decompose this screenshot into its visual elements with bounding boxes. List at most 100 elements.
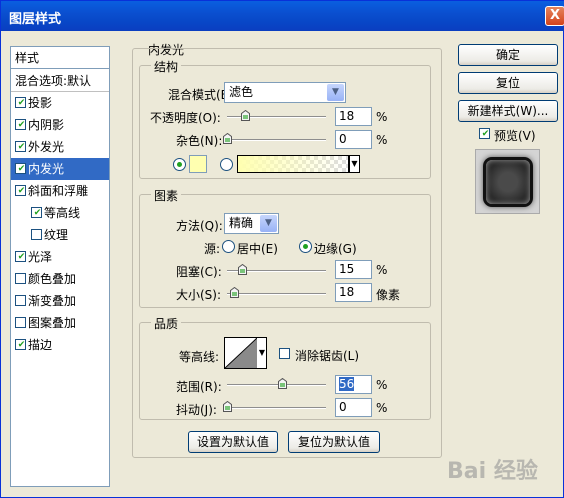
sidebar-item-checkbox[interactable] <box>15 119 27 130</box>
blend-options-item[interactable]: 混合选项:默认 <box>11 70 109 92</box>
sidebar-item[interactable]: 等高线 <box>11 202 109 224</box>
contour-label: 等高线: <box>179 350 220 364</box>
sidebar-item[interactable]: 纹理 <box>11 224 109 246</box>
size-slider-track[interactable] <box>227 293 326 295</box>
blend-mode-value: 滤色 <box>229 85 254 99</box>
range-slider-thumb[interactable] <box>278 378 288 389</box>
sidebar-item-checkbox[interactable] <box>15 185 27 196</box>
sidebar-item-checkbox[interactable] <box>15 97 27 108</box>
antialias-checkbox[interactable] <box>279 347 292 361</box>
set-default-button[interactable]: 设置为默认值 <box>188 431 278 453</box>
sidebar-item-checkbox[interactable] <box>15 317 26 328</box>
reset-default-button[interactable]: 复位为默认值 <box>288 431 380 453</box>
sidebar-item[interactable]: 斜面和浮雕 <box>11 180 109 202</box>
styles-header[interactable]: 样式 <box>11 47 109 69</box>
jitter-slider-track[interactable] <box>227 407 326 409</box>
choke-label: 阻塞(C): <box>176 265 222 279</box>
source-center-radio[interactable] <box>222 240 235 253</box>
window-title: 图层样式 <box>9 12 62 27</box>
gradient-radio[interactable] <box>220 158 233 171</box>
contour-curve-icon <box>225 338 257 368</box>
chevron-down-icon: ▼ <box>260 215 277 232</box>
sidebar-item-label: 斜面和浮雕 <box>28 184 89 198</box>
close-button[interactable]: X <box>545 6 564 26</box>
structure-title: 结构 <box>151 58 182 75</box>
sidebar-item-checkbox[interactable] <box>31 229 42 240</box>
range-label: 范围(R): <box>176 380 222 394</box>
sidebar-item-label: 描边 <box>28 338 53 352</box>
sidebar-item[interactable]: 光泽 <box>11 246 109 268</box>
sidebar-item[interactable]: 图案叠加 <box>11 312 109 334</box>
ok-button[interactable]: 确定 <box>458 44 558 66</box>
choke-slider-thumb[interactable] <box>237 264 247 275</box>
noise-slider-track[interactable] <box>227 139 326 141</box>
sidebar-item[interactable]: 内阴影 <box>11 114 109 136</box>
size-unit: 像素 <box>376 288 401 302</box>
new-style-button[interactable]: 新建样式(W)... <box>458 100 558 122</box>
sidebar-item[interactable]: 描边 <box>11 334 109 356</box>
sidebar-item-label: 内发光 <box>28 162 65 176</box>
size-field[interactable]: 18 <box>335 283 372 302</box>
sidebar-item-checkbox[interactable] <box>15 339 27 350</box>
sidebar-item-label: 颜色叠加 <box>28 272 77 286</box>
opacity-slider-thumb[interactable] <box>240 110 250 121</box>
watermark-logo: Bai 经验 <box>447 459 538 484</box>
sidebar-item[interactable]: 颜色叠加 <box>11 268 109 290</box>
method-select[interactable]: 精确 ▼ <box>224 213 279 234</box>
styles-list: 样式 混合选项:默认 投影内阴影外发光内发光斜面和浮雕等高线纹理光泽颜色叠加渐变… <box>10 46 110 487</box>
sidebar-item-checkbox[interactable] <box>15 273 26 284</box>
noise-label: 杂色(N): <box>176 134 223 148</box>
choke-field[interactable]: 15 <box>335 260 372 279</box>
opacity-unit: % <box>376 110 388 124</box>
sidebar-item-label: 等高线 <box>44 206 81 220</box>
source-center-label[interactable]: 居中(E) <box>237 240 278 257</box>
sidebar-item-label: 光泽 <box>28 250 53 264</box>
preview-label[interactable]: 预览(V) <box>494 127 536 144</box>
solid-color-radio[interactable] <box>173 158 186 171</box>
sidebar-item-label: 内阴影 <box>28 118 65 132</box>
sidebar-item-label: 图案叠加 <box>28 316 77 330</box>
noise-field[interactable]: 0 <box>335 130 372 149</box>
style-preview <box>475 149 540 214</box>
sidebar-item-checkbox[interactable] <box>15 141 27 152</box>
jitter-label: 抖动(J): <box>176 403 217 417</box>
sidebar-item-checkbox[interactable] <box>15 163 27 174</box>
preview-swatch <box>486 160 530 204</box>
noise-slider-thumb[interactable] <box>223 133 232 144</box>
source-edge-radio[interactable] <box>299 240 312 253</box>
range-unit: % <box>376 378 388 392</box>
range-field[interactable]: 56 <box>335 375 372 394</box>
source-edge-label[interactable]: 边缘(G) <box>314 240 357 257</box>
jitter-slider-thumb[interactable] <box>223 401 232 412</box>
range-slider-track[interactable] <box>227 384 326 386</box>
antialias-check[interactable] <box>279 348 290 359</box>
source-label: 源: <box>204 242 221 256</box>
sidebar-item-label: 渐变叠加 <box>28 294 77 308</box>
sidebar-item-checkbox[interactable] <box>15 251 27 262</box>
jitter-field[interactable]: 0 <box>335 398 372 417</box>
preview-check[interactable] <box>479 128 491 139</box>
sidebar-item-label: 外发光 <box>28 140 65 154</box>
reset-button[interactable]: 复位 <box>458 72 558 94</box>
sidebar-item-checkbox[interactable] <box>31 207 43 218</box>
sidebar-item[interactable]: 投影 <box>11 92 109 114</box>
size-slider-thumb[interactable] <box>230 287 240 298</box>
gradient-preview[interactable] <box>237 155 349 173</box>
jitter-unit: % <box>376 401 388 415</box>
sidebar-item-checkbox[interactable] <box>15 295 26 306</box>
contour-picker[interactable]: ▼ <box>224 337 267 369</box>
blend-mode-select[interactable]: 滤色 ▼ <box>224 82 346 103</box>
sidebar-item[interactable]: 内发光 <box>11 158 109 180</box>
method-value: 精确 <box>229 216 254 230</box>
sidebar-item[interactable]: 渐变叠加 <box>11 290 109 312</box>
chevron-down-icon: ▼ <box>327 84 344 101</box>
size-label: 大小(S): <box>176 288 222 302</box>
title-bar: 图层样式 X <box>1 1 564 31</box>
glow-color-swatch[interactable] <box>189 155 207 173</box>
preview-checkbox[interactable] <box>479 127 492 141</box>
gradient-dropdown-icon[interactable]: ▼ <box>349 155 360 173</box>
antialias-label[interactable]: 消除锯齿(L) <box>295 347 359 364</box>
opacity-field[interactable]: 18 <box>335 107 372 126</box>
sidebar-item[interactable]: 外发光 <box>11 136 109 158</box>
range-value-selected: 56 <box>339 377 355 391</box>
